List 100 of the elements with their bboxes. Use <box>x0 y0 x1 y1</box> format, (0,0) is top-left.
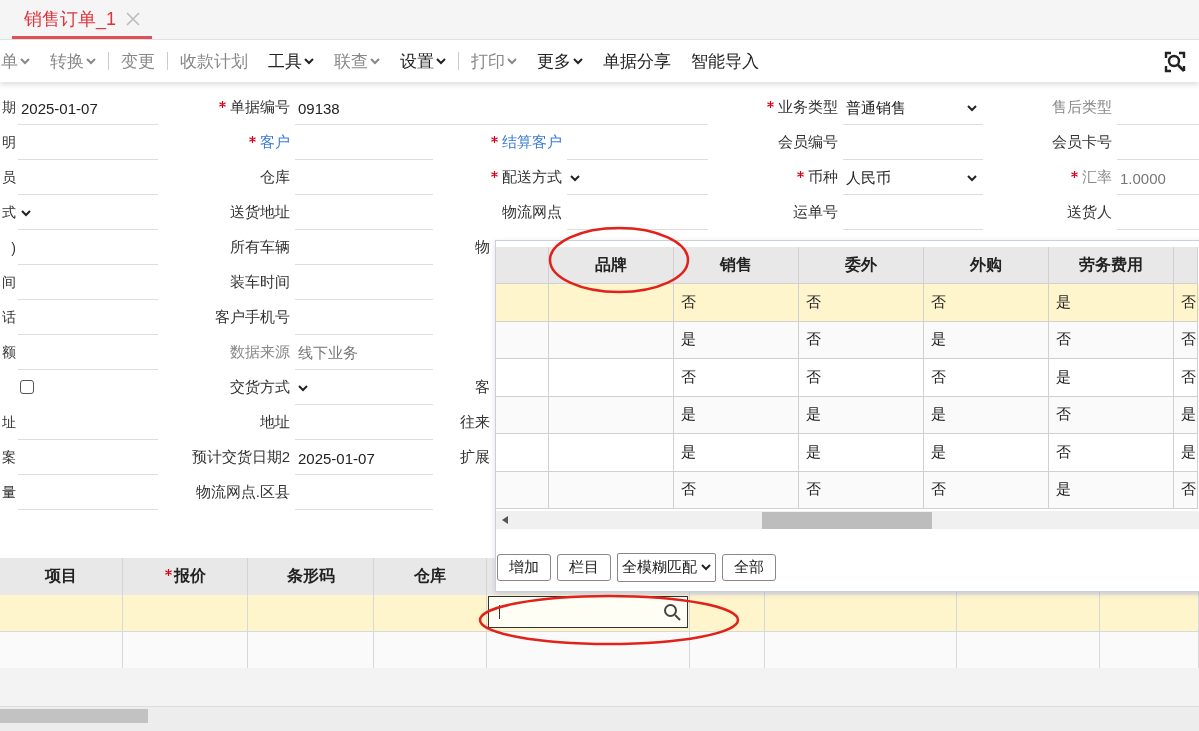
table-cell: 否 <box>674 359 799 397</box>
field-label: 地址 <box>260 413 290 432</box>
column-header: 仓库 <box>374 558 487 595</box>
column-header: 劳务费用 <box>1049 247 1174 284</box>
field-label: 装车时间 <box>230 273 290 292</box>
field-label: 币种 <box>808 168 838 187</box>
field-label: 交货方式 <box>230 378 290 397</box>
column-header: 项目 <box>0 558 123 595</box>
table-row[interactable] <box>0 595 1199 632</box>
table-cell: 否 <box>1174 471 1198 509</box>
caret-icon <box>370 57 380 65</box>
field-label: 送货人 <box>1067 203 1112 222</box>
table-cell: 否 <box>1049 434 1174 472</box>
all-button[interactable]: 全部 <box>722 554 776 581</box>
field-label: 配送方式 <box>502 168 562 187</box>
toolbar-button[interactable]: 设置 <box>400 49 446 73</box>
field-label: 往来 <box>460 413 490 432</box>
toolbar-button[interactable]: 更多 <box>537 49 583 73</box>
table-row[interactable]: 否 否 否 是 否 <box>496 471 1199 509</box>
table-row[interactable]: 是 是 是 否 是 <box>496 434 1199 472</box>
column-header: 外购 <box>924 247 1049 284</box>
table-row[interactable]: 是 否 是 否 否 <box>496 321 1199 359</box>
field-label: 物 <box>475 238 490 257</box>
select-field[interactable]: 普通销售 <box>843 93 983 125</box>
close-icon[interactable] <box>126 11 141 26</box>
caret-icon <box>436 57 446 65</box>
scrollbar-thumb[interactable] <box>762 512 932 529</box>
table-cell: 否 <box>674 471 799 509</box>
input-field[interactable]: 2025-01-07 <box>18 93 158 125</box>
column-header: 品牌 <box>549 247 674 284</box>
horizontal-scrollbar[interactable] <box>0 707 1199 731</box>
field-label: 会员编号 <box>778 133 838 152</box>
input-field[interactable]: 2025-01-07 <box>295 443 433 475</box>
field-label: 员 <box>2 168 16 187</box>
caret-icon <box>21 210 31 217</box>
panel-button[interactable]: 增加 <box>497 554 551 581</box>
caret-icon <box>86 57 96 65</box>
document-tab[interactable]: 销售订单_1 <box>12 1 153 39</box>
table-cell: 是 <box>1049 359 1174 397</box>
horizontal-scrollbar[interactable] <box>496 511 1199 529</box>
input-field[interactable]: 09138 <box>295 93 708 125</box>
checkbox[interactable] <box>20 380 34 394</box>
column-header: 报价 <box>123 558 248 595</box>
table-cell: 否 <box>924 471 1049 509</box>
table-cell: 是 <box>799 434 924 472</box>
table-row[interactable]: 否 否 否 是 否 <box>496 284 1199 322</box>
field-label[interactable]: 结算客户 <box>502 133 562 152</box>
table-cell: 是 <box>1174 434 1198 472</box>
caret-icon <box>507 57 517 65</box>
field-label: 式 <box>2 203 16 222</box>
field-label: 数据来源 <box>230 343 290 362</box>
field-label: 会员卡号 <box>1052 133 1112 152</box>
column-header: 条形码 <box>248 558 374 595</box>
search-icon[interactable] <box>1163 50 1187 74</box>
field-label: 送货地址 <box>230 203 290 222</box>
match-select[interactable]: 全模糊匹配 <box>617 553 716 582</box>
column-header: 销售 <box>674 247 799 284</box>
table-cell: 否 <box>674 284 799 322</box>
table-cell: 否 <box>1174 359 1198 397</box>
search-icon[interactable] <box>663 603 681 621</box>
field-label: 仓库 <box>260 168 290 187</box>
table-row[interactable]: 否 否 否 是 否 <box>496 359 1199 397</box>
table-cell: 是 <box>1049 471 1174 509</box>
toolbar-button[interactable]: 单据分享 <box>603 49 671 73</box>
field-label: 物流网点.区县 <box>195 483 290 502</box>
field-label: 物流网点 <box>502 203 562 222</box>
table-cell: 是 <box>924 434 1049 472</box>
table-cell: 是 <box>674 434 799 472</box>
field-label: 间 <box>2 273 16 292</box>
field-label: ) <box>11 239 16 256</box>
field-label: 预计交货日期2 <box>191 448 290 467</box>
table-cell: 否 <box>799 359 924 397</box>
caret-icon <box>573 57 583 65</box>
field-label: 汇率 <box>1082 168 1112 187</box>
select-field[interactable]: 人民币 <box>843 163 983 195</box>
table-cell: 否 <box>924 284 1049 322</box>
scrollbar-thumb[interactable] <box>0 709 148 723</box>
table-row[interactable]: 是 是 是 否 是 <box>496 396 1199 434</box>
field-label: 话 <box>2 308 16 327</box>
caret-icon <box>298 385 308 392</box>
caret-icon <box>967 105 977 112</box>
toolbar-button[interactable]: 智能导入 <box>691 49 759 73</box>
table-cell: 否 <box>924 359 1049 397</box>
field-label: 址 <box>2 413 16 432</box>
toolbar-button[interactable]: 工具 <box>268 49 314 73</box>
field-label: 客 <box>475 378 490 397</box>
field-label: 案 <box>2 448 16 467</box>
caret-icon <box>967 175 977 182</box>
left-arrow-icon[interactable] <box>502 516 508 524</box>
field-label: 所有车辆 <box>230 238 290 257</box>
field-label[interactable]: 客户 <box>260 133 290 152</box>
caret-icon <box>570 175 580 182</box>
panel-button[interactable]: 栏目 <box>557 554 611 581</box>
field-label: 扩展 <box>460 448 490 467</box>
field-label: 售后类型 <box>1052 98 1112 117</box>
field-label: 单据编号 <box>230 98 290 117</box>
field-label: 额 <box>2 343 16 362</box>
caret-icon <box>20 57 30 65</box>
field-label: 运单号 <box>793 203 838 222</box>
column-header: 委外 <box>799 247 924 284</box>
